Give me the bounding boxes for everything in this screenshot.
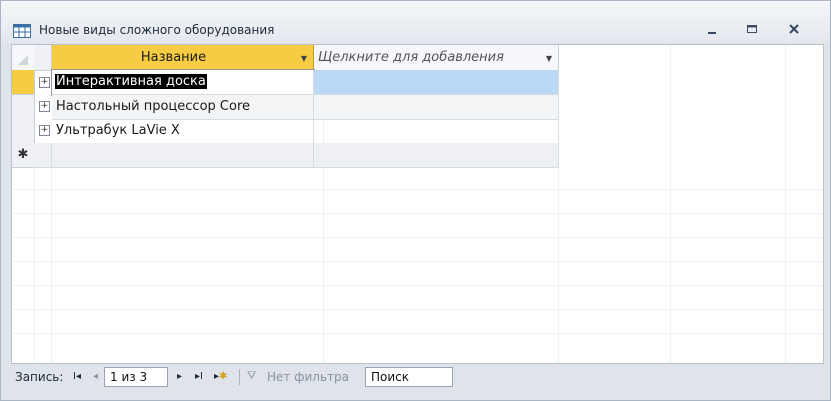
grid-line bbox=[12, 285, 823, 286]
restore-icon[interactable] bbox=[741, 23, 763, 37]
table-cell[interactable] bbox=[314, 143, 559, 168]
row-selector[interactable] bbox=[12, 95, 35, 120]
filter-status-button[interactable]: Нет фильтра bbox=[267, 370, 349, 384]
last-record-button[interactable]: ▸I bbox=[195, 371, 203, 382]
expand-icon[interactable]: + bbox=[39, 101, 50, 112]
grid-line bbox=[12, 309, 823, 310]
table-cell[interactable] bbox=[314, 70, 559, 95]
datasheet-grid: Название ▼ Щелкните для добавления ▼ + И… bbox=[11, 44, 824, 364]
grid-line bbox=[12, 333, 823, 334]
expand-column-header bbox=[34, 45, 52, 71]
grid-line bbox=[785, 45, 786, 363]
row-selector-filler bbox=[12, 168, 35, 363]
close-icon[interactable] bbox=[783, 23, 805, 37]
previous-record-button[interactable]: ◂ bbox=[93, 371, 98, 382]
minimize-icon[interactable] bbox=[701, 23, 723, 37]
cell-name: Ультрабук LaVie X bbox=[56, 123, 180, 138]
new-record-button[interactable]: ▸✱ bbox=[214, 371, 227, 382]
search-input[interactable]: Поиск bbox=[365, 367, 453, 387]
new-record-icon[interactable]: ✱ bbox=[12, 143, 35, 168]
cell-name: Интерактивная доска bbox=[55, 74, 207, 89]
search-placeholder: Поиск bbox=[371, 370, 410, 384]
table-icon bbox=[13, 23, 31, 38]
filter-icon: ⛛ bbox=[247, 369, 257, 382]
separator bbox=[239, 369, 240, 385]
table-cell[interactable] bbox=[52, 143, 314, 168]
column-header-name[interactable]: Название ▼ bbox=[52, 45, 314, 71]
row-selector[interactable] bbox=[12, 70, 35, 95]
first-record-button[interactable]: I◂ bbox=[73, 371, 81, 382]
record-label: Запись: bbox=[15, 370, 64, 384]
grid-line bbox=[670, 45, 671, 363]
table-cell[interactable] bbox=[314, 119, 559, 144]
column-header-name-label: Название bbox=[140, 50, 207, 65]
table-cell[interactable] bbox=[314, 95, 559, 120]
record-position: 1 из 3 bbox=[110, 370, 148, 384]
grid-line bbox=[12, 261, 823, 262]
window-title: Новые виды сложного оборудования bbox=[39, 23, 275, 37]
grid-line bbox=[12, 213, 823, 214]
row-selector[interactable] bbox=[12, 119, 35, 144]
column-header-add-label: Щелкните для добавления bbox=[318, 50, 504, 65]
expand-icon[interactable]: + bbox=[39, 125, 50, 136]
next-record-button[interactable]: ▸ bbox=[177, 371, 182, 382]
datasheet-window: Новые виды сложного оборудования Названи… bbox=[0, 0, 831, 401]
grid-line bbox=[12, 237, 823, 238]
current-record-input[interactable]: 1 из 3 bbox=[104, 367, 168, 387]
table-cell[interactable]: Интерактивная доска bbox=[51, 69, 315, 96]
chevron-down-icon[interactable]: ▼ bbox=[301, 54, 307, 63]
record-navigator: Запись: I◂ ◂ 1 из 3 ▸ ▸I ▸✱ ⛛ Нет фильтр… bbox=[11, 365, 822, 389]
chevron-down-icon[interactable]: ▼ bbox=[546, 54, 552, 63]
grid-line bbox=[12, 189, 823, 190]
table-cell bbox=[34, 143, 52, 168]
table-cell[interactable]: Ультрабук LaVie X bbox=[52, 119, 314, 144]
select-all-corner[interactable] bbox=[12, 45, 35, 71]
cell-name: Настольный процессор Core bbox=[56, 99, 251, 114]
expand-icon[interactable]: + bbox=[39, 77, 50, 88]
table-cell[interactable]: Настольный процессор Core bbox=[52, 95, 314, 120]
column-header-add-field[interactable]: Щелкните для добавления ▼ bbox=[314, 45, 559, 71]
title-bar: Новые виды сложного оборудования bbox=[1, 1, 830, 43]
expand-column-filler bbox=[34, 168, 52, 363]
